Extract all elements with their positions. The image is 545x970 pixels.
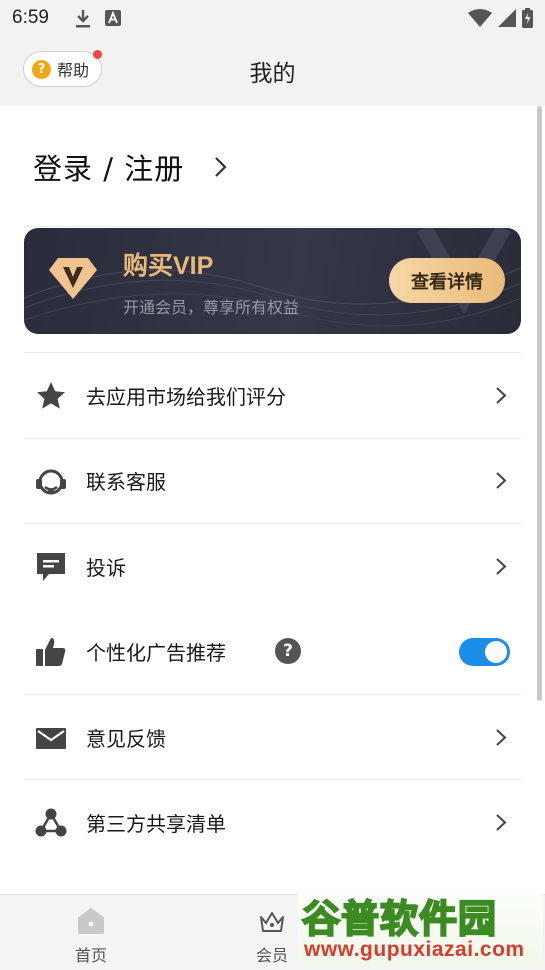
vip-title: 购买VIP [123, 252, 214, 280]
battery-icon [522, 8, 533, 28]
menu-item-rate-app[interactable]: 去应用市场给我们评分 [24, 353, 521, 438]
login-register-link[interactable]: 登录 / 注册 [33, 140, 228, 194]
page-title: 我的 [249, 61, 296, 87]
share-icon [35, 808, 67, 837]
font-icon [104, 10, 121, 26]
thumbs-up-icon [36, 638, 66, 666]
status-time: 6:59 [12, 7, 49, 28]
wifi-icon [468, 9, 492, 27]
chevron-right-icon [496, 729, 507, 746]
headset-icon [36, 469, 66, 495]
mail-icon [36, 728, 66, 749]
nav-item-home[interactable]: 首页 [46, 895, 136, 970]
status-left-icons [75, 9, 121, 28]
help-label: 帮助 [57, 61, 90, 80]
notification-dot [93, 50, 103, 59]
vip-diamond-icon [49, 258, 97, 299]
home-icon [78, 908, 104, 934]
chevron-right-icon [496, 387, 507, 404]
login-label: 登录 / 注册 [33, 152, 185, 186]
status-right-icons [468, 8, 533, 28]
menu-item-complaint[interactable]: 投诉 [24, 524, 521, 609]
watermark: 谷普软件园 www.gupuxiazai.com [298, 882, 543, 968]
menu-item-third-party-share[interactable]: 第三方共享清单 [24, 780, 521, 865]
personalized-ads-toggle[interactable] [459, 638, 510, 666]
chevron-right-icon [496, 472, 507, 489]
menu-label: 第三方共享清单 [86, 812, 226, 836]
chevron-right-icon [496, 814, 507, 831]
menu-label: 联系客服 [86, 470, 166, 494]
view-details-button[interactable]: 查看详情 [389, 258, 505, 303]
message-icon [37, 553, 65, 581]
help-button[interactable]: ? 帮助 [23, 50, 103, 87]
help-question-icon: ? [32, 59, 51, 79]
vip-subtitle: 开通会员，尊享所有权益 [123, 298, 300, 317]
vip-card[interactable]: 购买VIP 开通会员，尊享所有权益 查看详情 [24, 228, 521, 334]
menu-label: 个性化广告推荐 [86, 641, 226, 665]
header: ? 帮助 我的 [0, 36, 545, 106]
divider [24, 226, 521, 227]
download-icon [75, 9, 90, 27]
help-question-icon[interactable]: ? [275, 638, 301, 664]
crown-icon [260, 912, 284, 932]
status-bar: 6:59 [0, 0, 545, 36]
toggle-knob [485, 641, 507, 663]
menu-label: 意见反馈 [86, 727, 166, 751]
watermark-title: 谷普软件园 [301, 896, 498, 942]
menu-item-feedback[interactable]: 意见反馈 [24, 695, 521, 780]
signal-icon [498, 9, 516, 27]
menu-item-personalized-ads: 个性化广告推荐 ? [24, 609, 521, 694]
menu-label: 去应用市场给我们评分 [86, 385, 286, 409]
chevron-right-icon [215, 157, 227, 177]
nav-label: 首页 [74, 946, 107, 965]
menu-item-customer-service[interactable]: 联系客服 [24, 438, 521, 523]
chevron-right-icon [496, 558, 507, 575]
star-icon [37, 382, 65, 409]
menu-label: 投诉 [86, 556, 126, 580]
watermark-url: www.gupuxiazai.com [304, 938, 525, 961]
scrollbar[interactable] [537, 106, 542, 701]
